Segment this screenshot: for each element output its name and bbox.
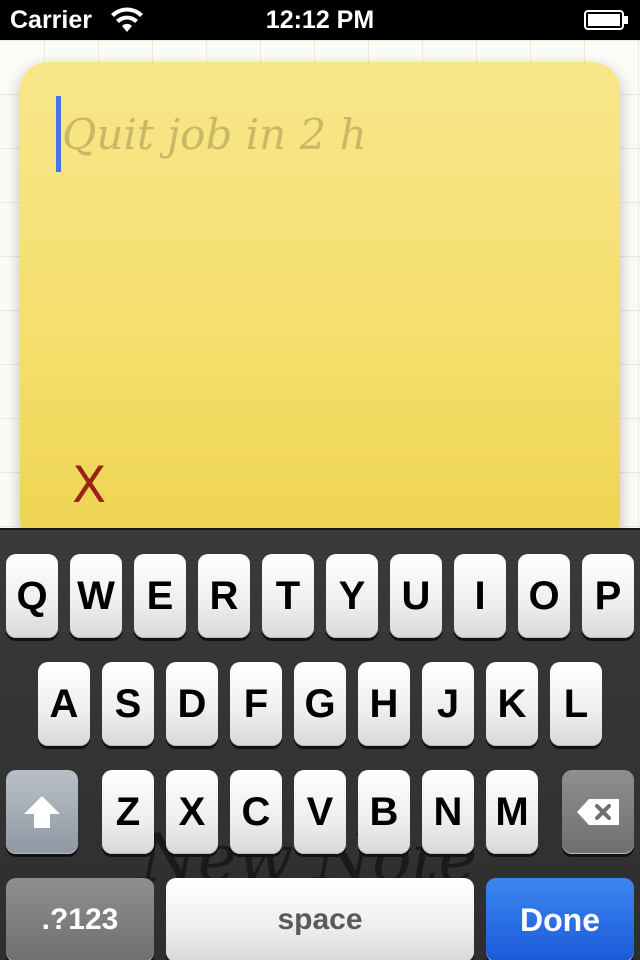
key-o[interactable]: O	[518, 554, 570, 638]
clock: 12:12 PM	[265, 6, 375, 34]
key-f[interactable]: F	[230, 662, 282, 746]
key-c[interactable]: C	[230, 770, 282, 854]
shift-icon	[24, 796, 60, 828]
numbers-key[interactable]: .?123	[6, 878, 154, 960]
backspace-key[interactable]	[562, 770, 634, 854]
shift-key[interactable]	[6, 770, 78, 854]
key-z[interactable]: Z	[102, 770, 154, 854]
key-m[interactable]: M	[486, 770, 538, 854]
key-u[interactable]: U	[390, 554, 442, 638]
key-x[interactable]: X	[166, 770, 218, 854]
key-g[interactable]: G	[294, 662, 346, 746]
backspace-icon	[577, 799, 619, 825]
key-v[interactable]: V	[294, 770, 346, 854]
key-t[interactable]: T	[262, 554, 314, 638]
key-b[interactable]: B	[358, 770, 410, 854]
key-r[interactable]: R	[198, 554, 250, 638]
battery-icon	[584, 9, 630, 31]
done-key[interactable]: Done	[486, 878, 634, 960]
keyboard: New Note QWERTYUIOP ASDFGHJKL ZXCVBNM .?…	[0, 528, 640, 960]
key-q[interactable]: Q	[6, 554, 58, 638]
key-l[interactable]: L	[550, 662, 602, 746]
key-h[interactable]: H	[358, 662, 410, 746]
key-k[interactable]: K	[486, 662, 538, 746]
space-key[interactable]: space	[166, 878, 474, 960]
key-i[interactable]: I	[454, 554, 506, 638]
key-j[interactable]: J	[422, 662, 474, 746]
status-bar: Carrier 12:12 PM	[0, 0, 640, 40]
key-p[interactable]: P	[582, 554, 634, 638]
key-d[interactable]: D	[166, 662, 218, 746]
note-text-field[interactable]: Quit job in 2 h	[62, 110, 367, 159]
key-e[interactable]: E	[134, 554, 186, 638]
key-w[interactable]: W	[70, 554, 122, 638]
key-y[interactable]: Y	[326, 554, 378, 638]
key-n[interactable]: N	[422, 770, 474, 854]
key-s[interactable]: S	[102, 662, 154, 746]
key-a[interactable]: A	[38, 662, 90, 746]
text-cursor	[56, 96, 61, 172]
delete-note-button[interactable]: X	[72, 456, 106, 514]
